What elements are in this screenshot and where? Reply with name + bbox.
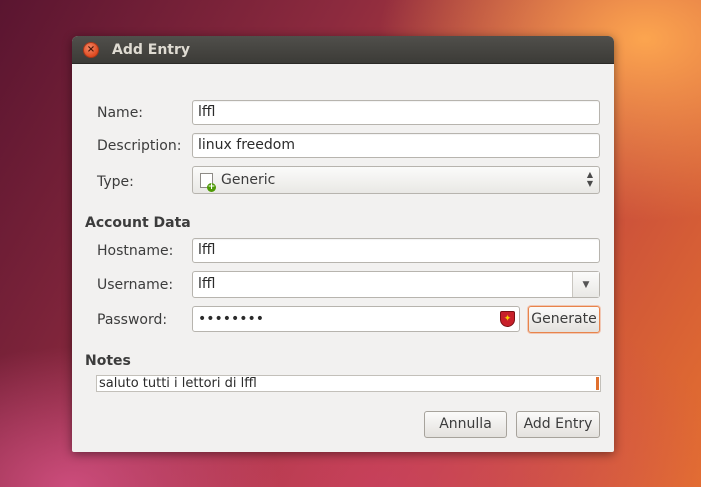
window-title: Add Entry [112,41,191,58]
notes-heading: Notes [85,353,131,369]
description-label: Description: [97,138,182,154]
password-label: Password: [97,312,168,328]
cancel-button[interactable]: Annulla [424,411,507,438]
shield-icon[interactable]: ✦ [500,311,515,327]
name-input[interactable]: lffl [192,100,600,125]
password-input[interactable]: •••••••• ✦ [192,306,520,332]
username-input[interactable]: lffl [193,272,572,297]
description-input[interactable]: linux freedom [192,133,600,158]
account-data-heading: Account Data [85,215,191,231]
hostname-label: Hostname: [97,243,174,259]
generic-document-icon [200,172,216,192]
select-arrows-icon: ▲ ▼ [586,170,593,188]
username-label: Username: [97,277,174,293]
add-entry-dialog: × Add Entry Name: lffl Description: linu… [72,36,614,452]
close-icon[interactable]: × [83,41,99,58]
type-label: Type: [97,174,134,190]
name-label: Name: [97,105,144,121]
type-select[interactable]: Generic ▲▼ [192,166,600,194]
type-value: Generic [221,172,276,188]
notes-textarea[interactable]: saluto tutti i lettori di lffl [96,375,601,392]
titlebar[interactable]: × Add Entry [72,36,614,64]
generate-button[interactable]: Generate [528,306,600,333]
username-combo[interactable]: lffl ▼ [192,271,600,298]
chevron-down-icon[interactable]: ▼ [572,272,599,297]
password-value: •••••••• [198,311,265,327]
hostname-input[interactable]: lffl [192,238,600,263]
add-entry-button[interactable]: Add Entry [516,411,600,438]
